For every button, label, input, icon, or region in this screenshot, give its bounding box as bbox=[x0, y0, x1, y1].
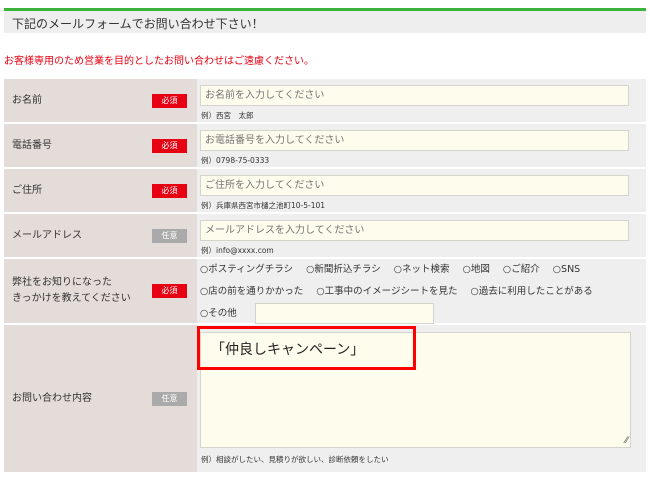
field-label: お名前 bbox=[12, 94, 42, 106]
radio-option[interactable]: ○地図 bbox=[463, 264, 495, 275]
radio-option[interactable]: ○ネット検索 bbox=[394, 264, 455, 275]
radio-option[interactable]: ○ご紹介 bbox=[503, 264, 545, 275]
address-input[interactable] bbox=[200, 175, 629, 196]
field-label: 電話番号 bbox=[12, 139, 52, 151]
required-badge: 必須 bbox=[152, 284, 187, 298]
row-address: ご住所 必須 例）兵庫県西宮市樋之池町10-5-101 bbox=[4, 169, 646, 214]
contact-form: お名前必須 例）西宮 太郎 電話番号必須 例）0798-75-0333 ご住所必… bbox=[4, 79, 646, 472]
required-badge: 必須 bbox=[152, 138, 187, 153]
radio-option[interactable]: ○工事中のイメージシートを見た bbox=[316, 286, 462, 297]
row-source: 弊社をお知りになったきっかけを教えてください 必須 ○ポスティングチラシ ○新聞折… bbox=[4, 259, 646, 325]
example-text: 例）0798-75-0333 bbox=[201, 156, 270, 165]
example-text: 例）相談がしたい、見積りが欲しい、診断依頼をしたい bbox=[201, 455, 389, 464]
highlight-box bbox=[197, 326, 416, 370]
field-label: お問い合わせ内容 bbox=[12, 392, 92, 404]
phone-input[interactable] bbox=[200, 130, 629, 151]
example-text: 例）info@xxxx.com bbox=[201, 246, 274, 255]
example-text: 例）西宮 太郎 bbox=[201, 111, 254, 120]
form-title: 下記のメールフォームでお問い合わせ下さい！ bbox=[12, 17, 264, 31]
required-badge: 必須 bbox=[152, 93, 187, 108]
radio-option[interactable]: ○SNS bbox=[553, 264, 585, 275]
radio-option[interactable]: ○ポスティングチラシ bbox=[200, 264, 298, 275]
optional-badge: 任意 bbox=[152, 391, 187, 406]
field-label: ご住所 bbox=[12, 184, 42, 196]
row-email: メールアドレス 任意 例）info@xxxx.com bbox=[4, 214, 646, 259]
name-input[interactable] bbox=[200, 85, 629, 106]
field-label: 弊社をお知りになった bbox=[12, 277, 112, 288]
required-badge: 必須 bbox=[152, 183, 187, 198]
other-input[interactable] bbox=[254, 303, 434, 324]
radio-option[interactable]: ○新聞折込チラシ bbox=[306, 264, 386, 275]
resize-handle-icon[interactable]: ⁄⁄ bbox=[625, 436, 628, 446]
optional-badge: 任意 bbox=[152, 228, 187, 243]
row-name: お名前 必須 例）西宮 太郎 bbox=[4, 79, 646, 124]
radio-option-other[interactable]: ○その他 bbox=[200, 308, 242, 319]
notice-text: お客様専用のため営業を目的としたお問い合わせはご遠慮ください。 bbox=[4, 56, 314, 67]
row-phone: 電話番号 必須 例）0798-75-0333 bbox=[4, 124, 646, 169]
field-label: メールアドレス bbox=[12, 229, 82, 241]
example-text: 例）兵庫県西宮市樋之池町10-5-101 bbox=[201, 201, 326, 210]
radio-option[interactable]: ○店の前を通りかかった bbox=[200, 286, 308, 297]
form-header: 下記のメールフォームでお問い合わせ下さい！ bbox=[4, 8, 646, 33]
email-input[interactable] bbox=[200, 220, 629, 241]
field-label: きっかけを教えてください bbox=[12, 293, 131, 304]
radio-option[interactable]: ○過去に利用したことがある bbox=[470, 286, 597, 297]
